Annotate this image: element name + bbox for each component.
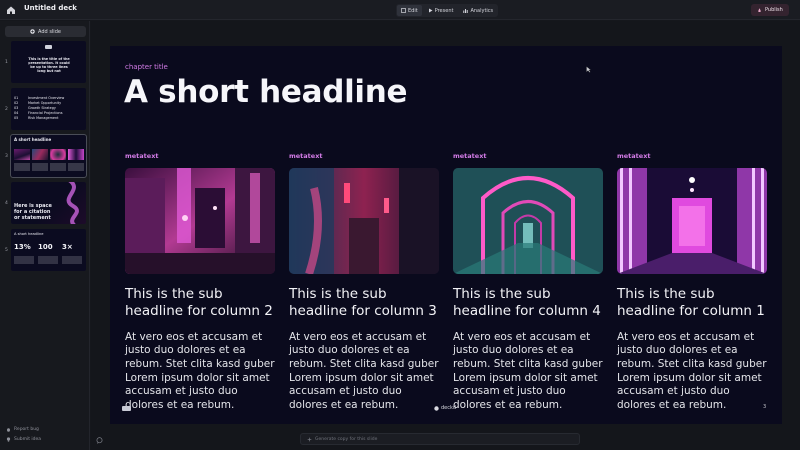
column-body-text[interactable]: At vero eos et accusam et justo duo dolo… [125,331,275,413]
tab-analytics[interactable]: Analytics [459,5,497,16]
column-metatext[interactable]: metatext [453,152,603,168]
top-bar: Untitled deck Edit Present Analytics Pub… [0,0,800,20]
slide-headline[interactable]: A short headline [124,74,408,110]
submit-idea-label: Submit idea [14,437,42,442]
thumbnail-title: A short headline [14,137,52,142]
tab-edit-label: Edit [408,7,418,14]
stat-value: 13% [14,243,31,251]
slide-number: 2 [5,107,8,112]
column-sub-headline[interactable]: This is the sub headline for column 2 [125,286,275,320]
add-slide-label: Add slide [38,28,61,35]
bar-chart-icon [463,9,469,13]
neon-street-image [125,168,275,274]
column-metatext[interactable]: metatext [289,152,439,168]
column-image[interactable] [453,168,603,274]
slide-page-number: 3 [763,404,767,410]
edit-icon [401,8,406,13]
column-image[interactable] [617,168,767,274]
tab-analytics-label: Analytics [470,7,494,14]
thumbnail-image [50,149,66,160]
stat-value: 3× [62,243,73,251]
thumbnail-text-lines [14,163,84,171]
slide-number: 4 [5,201,8,206]
column-body-text[interactable]: At vero eos et accusam et justo duo dolo… [289,331,439,413]
thumbnail-title: This is the title of the presentation. I… [28,57,70,73]
publish-label: Publish [765,7,783,13]
tab-edit[interactable]: Edit [397,5,422,16]
report-bug-link[interactable]: Report bug [6,427,39,432]
thumbnail-text-lines [14,256,84,264]
tab-present-label: Present [434,7,454,14]
thumbnail-canvas: Here is space for a citation or statemen… [11,182,86,224]
brand-name: deckd [441,405,457,411]
thumbnail-image [32,149,48,160]
column-image[interactable] [125,168,275,274]
slide-canvas[interactable]: chapter title A short headline metatext … [110,46,782,424]
deckd-logo-icon [434,405,439,411]
column-sub-headline[interactable]: This is the sub headline for column 3 [289,286,439,320]
column-sub-headline[interactable]: This is the sub headline for column 1 [617,286,767,320]
brand-mark: deckd [434,405,456,411]
thumbnail-statement: Here is space for a citation or statemen… [14,203,52,221]
rocket-icon [758,7,761,12]
thumbnail-canvas: A short headline [10,134,87,178]
slide-sidebar: Add slide 1 This is the title of the pre… [0,21,90,450]
deck-logo [122,406,131,411]
submit-idea-link[interactable]: Submit idea [6,437,41,442]
thumbnail-canvas: A short headline 13% 100 3× [11,229,86,271]
publish-button[interactable]: Publish [751,4,789,16]
content-column: metatext This is the sub headline for co… [617,152,767,413]
column-metatext[interactable]: metatext [125,152,275,168]
deck-logo [45,45,52,49]
slide-number: 1 [5,60,8,65]
deck-title[interactable]: Untitled deck [24,4,77,12]
thumbnail-image [68,149,84,160]
swirl-graphic [66,182,79,224]
thumbnail-image [14,149,30,160]
column-body-text[interactable]: At vero eos et accusam et justo duo dolo… [617,331,767,413]
column-image[interactable] [289,168,439,274]
agenda-item: Risk Management [28,116,59,120]
content-column: metatext This is the sub headline for co… [453,152,603,413]
generate-copy-placeholder: Generate copy for this slide [315,436,378,442]
play-icon [428,8,433,13]
report-bug-label: Report bug [14,427,39,432]
neon-alley-image [289,168,439,274]
agenda-num: 05 [14,116,19,120]
plus-circle-icon [30,29,35,34]
content-column: metatext This is the sub headline for co… [289,152,439,413]
lightbulb-icon [6,437,11,442]
tab-present[interactable]: Present [424,5,458,16]
content-column: metatext This is the sub headline for co… [125,152,275,413]
sparkle-icon [307,436,312,442]
home-icon[interactable] [6,5,16,15]
column-body-text[interactable]: At vero eos et accusam et justo duo dolo… [453,331,603,413]
bug-icon [7,428,10,432]
mode-switcher: Edit Present Analytics [396,4,499,17]
slide-number: 5 [5,248,8,253]
add-slide-button[interactable]: Add slide [5,26,86,37]
thumbnail-title: A short headline [14,232,44,236]
generate-copy-input[interactable]: Generate copy for this slide [300,433,580,445]
neon-hallway-image [617,168,767,274]
slide-number: 3 [5,154,8,159]
thumbnail-canvas: This is the title of the presentation. I… [11,41,86,83]
arched-corridor-image [453,168,603,274]
column-metatext[interactable]: metatext [617,152,767,168]
column-sub-headline[interactable]: This is the sub headline for column 4 [453,286,603,320]
chat-icon[interactable] [96,437,103,444]
chapter-title[interactable]: chapter title [125,63,168,71]
thumbnail-canvas: 01 Investment Overview 02 Market Opportu… [11,88,86,130]
mouse-cursor-icon [586,66,591,73]
stat-value: 100 [38,243,53,251]
